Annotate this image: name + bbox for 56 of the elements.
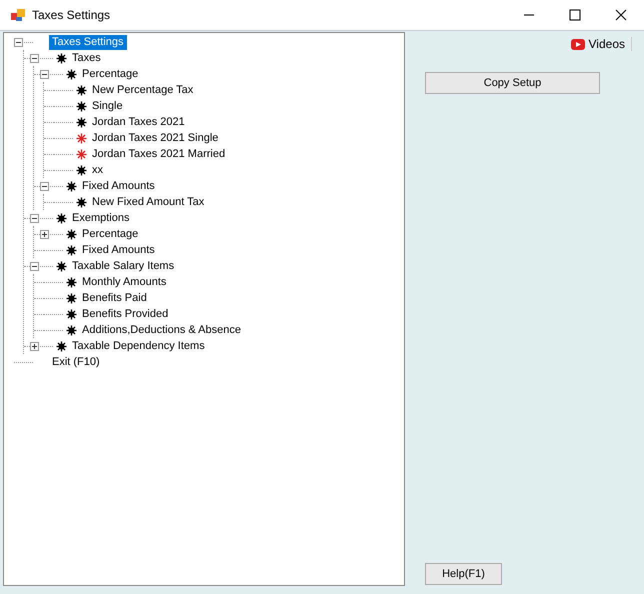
tree-item[interactable]: Jordan Taxes 2021 Single [89,130,222,146]
tree-item[interactable]: Jordan Taxes 2021 Married [89,146,228,162]
collapse-icon[interactable] [40,70,49,78]
node-icon [76,164,86,176]
window-title: Taxes Settings [32,8,110,22]
node-icon [76,196,86,208]
tree-item[interactable]: Exit (F10) [49,354,103,370]
tree-item[interactable]: Benefits Paid [79,290,150,306]
expand-icon[interactable] [30,342,39,350]
help-button[interactable]: Help(F1) [425,563,502,585]
node-icon [66,324,76,336]
node-icon [66,228,76,240]
node-icon [76,84,86,96]
tree-item[interactable]: Exemptions [69,210,132,226]
node-icon [56,212,66,224]
node-icon [56,340,66,352]
videos-link[interactable]: Videos [570,37,632,51]
collapse-icon[interactable] [14,38,23,46]
tree-item[interactable]: New Percentage Tax [89,82,196,98]
node-icon [66,276,76,288]
node-icon [66,180,76,192]
tree-item[interactable]: Taxable Dependency Items [69,338,208,354]
tree-item[interactable]: Taxes Settings [49,34,127,50]
node-icon [56,52,66,64]
node-icon [66,244,76,256]
collapse-icon[interactable] [40,182,49,190]
tree-item[interactable]: Percentage [79,226,142,242]
node-icon [76,100,86,112]
node-icon [66,292,76,304]
tree-item[interactable]: Benefits Provided [79,306,172,322]
tree-item[interactable]: Monthly Amounts [79,274,170,290]
maximize-icon[interactable] [569,9,581,21]
tree-item[interactable]: Fixed Amounts [79,242,158,258]
play-icon [570,38,585,50]
expand-icon[interactable] [40,230,49,238]
tree-item[interactable]: New Fixed Amount Tax [89,194,208,210]
asterisk-icon [76,132,86,144]
collapse-icon[interactable] [30,54,39,62]
asterisk-icon [76,148,86,160]
node-icon [56,260,66,272]
tree-item[interactable]: Taxable Salary Items [69,258,178,274]
copy-setup-button[interactable]: Copy Setup [425,72,600,94]
tree-item[interactable]: Jordan Taxes 2021 [89,114,188,130]
tree-item[interactable]: Single [89,98,126,114]
node-icon [66,308,76,320]
tree-item[interactable]: Percentage [79,66,142,82]
collapse-icon[interactable] [30,214,39,222]
tree-item[interactable]: Fixed Amounts [79,178,158,194]
node-icon [76,116,86,128]
node-icon [66,68,76,80]
close-icon[interactable] [615,9,627,21]
tree-item[interactable]: xx [89,162,106,178]
collapse-icon[interactable] [30,262,39,270]
app-icon [10,7,26,23]
tree-item[interactable]: Additions,Deductions & Absence [79,322,244,338]
tree-item[interactable]: Taxes [69,50,104,66]
